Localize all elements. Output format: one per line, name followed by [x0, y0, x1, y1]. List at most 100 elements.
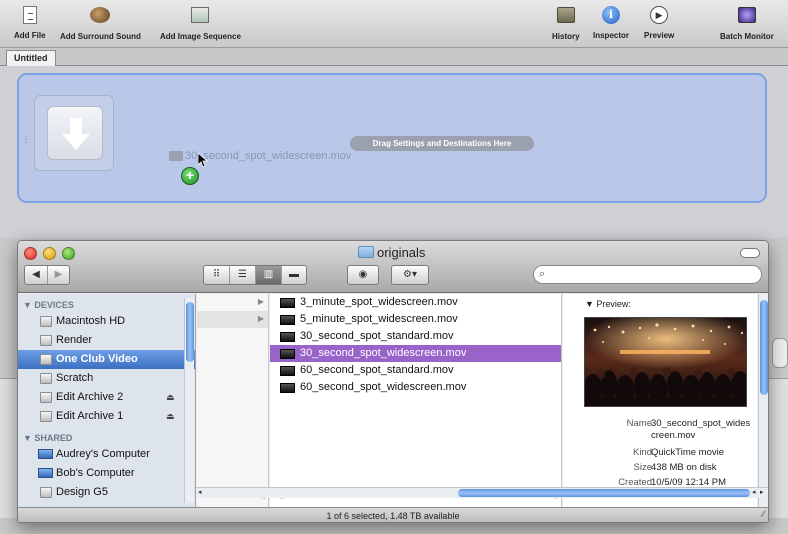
preview-label: Preview	[644, 31, 675, 40]
movie-file-icon	[280, 315, 295, 325]
preview-button[interactable]: ▶ Preview	[644, 4, 674, 40]
shared-header[interactable]: ▼ SHARED	[18, 426, 195, 445]
computer-icon	[38, 449, 53, 459]
hard-drive-icon	[40, 354, 52, 365]
close-button[interactable]	[24, 247, 37, 260]
sidebar-item-design-g5[interactable]: Design G5	[18, 483, 195, 502]
horizontal-scroll-thumb[interactable]	[458, 489, 750, 497]
source-well[interactable]	[34, 95, 114, 171]
concert-crowd-image	[585, 318, 746, 406]
sidebar-item-macintosh-hd[interactable]: Macintosh HD	[18, 312, 195, 331]
eject-icon[interactable]: ⏏	[166, 388, 175, 407]
resize-grip-icon[interactable]: ⁄⁄	[762, 506, 765, 522]
tab-untitled[interactable]: Untitled	[6, 50, 56, 66]
list-item[interactable]: 60_second_spot_widescreen.mov	[270, 379, 561, 396]
batch-monitor-label: Batch Monitor	[720, 32, 774, 41]
status-text: 1 of 6 selected, 1.48 TB available	[326, 511, 460, 521]
hard-drive-icon	[40, 316, 52, 327]
list-item[interactable]: 30_second_spot_standard.mov	[270, 328, 561, 345]
forward-button[interactable]: ▶	[48, 266, 69, 284]
add-file-label: Add File	[14, 31, 46, 40]
sidebar-item-edit-archive-1[interactable]: Edit Archive 1 ⏏	[18, 407, 195, 426]
folder-row[interactable]: ▶	[197, 294, 268, 311]
sidebar-item-scratch[interactable]: Scratch	[18, 369, 195, 388]
scroll-left-arrow-icon[interactable]: ◂	[752, 488, 756, 496]
list-item[interactable]: 3_minute_spot_widescreen.mov	[270, 294, 561, 311]
sidebar-item-edit-archive-2[interactable]: Edit Archive 2 ⏏	[18, 388, 195, 407]
disclosure-arrow-icon: ▶	[257, 314, 264, 323]
sidebar-item-label: Design G5	[56, 486, 108, 498]
preview-scroll-thumb[interactable]	[760, 300, 768, 395]
inspector-button[interactable]: i Inspector	[593, 4, 629, 40]
sidebar-item-label: Audrey's Computer	[56, 448, 150, 460]
file-name: 30_second_spot_standard.mov	[300, 330, 454, 342]
background-tab-edge	[772, 338, 788, 368]
devices-header[interactable]: ▼ DEVICES	[18, 294, 195, 312]
sidebar-item-label: Bob's Computer	[56, 467, 135, 479]
list-item[interactable]: 5_minute_spot_widescreen.mov	[270, 311, 561, 328]
list-item-selected[interactable]: 30_second_spot_widescreen.mov	[270, 345, 561, 362]
sidebar-item-audreys-computer[interactable]: Audrey's Computer	[18, 445, 195, 464]
search-icon: ⌕	[539, 268, 546, 280]
movie-file-icon	[280, 366, 295, 376]
hard-drive-icon	[40, 411, 52, 422]
files-column: 3_minute_spot_widescreen.mov 5_minute_sp…	[270, 294, 562, 507]
column-view-button[interactable]: ▥	[256, 266, 282, 284]
preview-scrollbar[interactable]	[758, 294, 768, 507]
job-drop-zone[interactable]: ⋮ Drag Settings and Destinations Here 30…	[17, 73, 767, 203]
history-label: History	[552, 32, 580, 41]
sidebar-item-one-club-video[interactable]: One Club Video	[18, 350, 195, 369]
eject-icon[interactable]: ⏏	[166, 407, 175, 426]
add-image-sequence-label: Add Image Sequence	[160, 32, 241, 41]
source-placeholder	[47, 106, 103, 160]
disclosure-arrow-icon: ▶	[257, 297, 264, 306]
batch-monitor-button[interactable]: Batch Monitor	[720, 4, 774, 41]
dragged-file-name: 30_second_spot_widescreen.mov	[185, 150, 352, 162]
sidebar-scroll-thumb[interactable]	[186, 302, 194, 362]
finder-titlebar[interactable]: originals ◀ ▶ ⠿ ☰ ▥ ▬ ◉ ⚙▾ ⌕	[18, 241, 768, 293]
add-image-sequence-button[interactable]: Add Image Sequence	[160, 4, 241, 41]
preview-header-text: Preview:	[596, 299, 631, 309]
sidebar-item-render[interactable]: Render	[18, 331, 195, 350]
status-bar: 1 of 6 selected, 1.48 TB available ⁄⁄	[18, 506, 768, 522]
file-name: 5_minute_spot_widescreen.mov	[300, 313, 458, 325]
zoom-button[interactable]	[62, 247, 75, 260]
meta-label: Kind	[632, 447, 652, 458]
job-grip-handle[interactable]: ⋮	[22, 135, 30, 144]
speaker-icon	[90, 7, 111, 29]
add-surround-sound-label: Add Surround Sound	[60, 32, 141, 41]
finder-sidebar: ▼ DEVICES Macintosh HD Render One Club V…	[18, 294, 196, 507]
sidebar-item-bobs-computer[interactable]: Bob's Computer	[18, 464, 195, 483]
movie-thumbnail[interactable]	[584, 317, 747, 407]
scroll-left-arrow-icon[interactable]: ◂	[198, 488, 202, 496]
list-item[interactable]: 60_second_spot_standard.mov	[270, 362, 561, 379]
inspector-label: Inspector	[593, 31, 630, 40]
search-field[interactable]: ⌕	[533, 265, 762, 284]
quick-look-button[interactable]: ◉	[347, 265, 379, 285]
parent-column: ▶ ▶ II	[197, 294, 269, 507]
movie-file-icon	[280, 298, 295, 308]
add-file-button[interactable]: Add File	[14, 4, 46, 40]
horizontal-scrollbar[interactable]: ◂ ◂ ▸	[196, 487, 768, 498]
preview-header[interactable]: ▼ Preview:	[563, 294, 757, 309]
back-button[interactable]: ◀	[25, 266, 48, 284]
file-icon	[20, 6, 40, 28]
file-name: 60_second_spot_widescreen.mov	[300, 381, 467, 393]
minimize-button[interactable]	[43, 247, 56, 260]
file-name: 60_second_spot_standard.mov	[300, 364, 454, 376]
history-button[interactable]: History	[552, 4, 580, 41]
action-menu-button[interactable]: ⚙▾	[391, 265, 429, 285]
preview-column: ▼ Preview: Name 30_second_spot_widescree…	[563, 294, 757, 507]
toolbar-toggle-button[interactable]	[740, 248, 760, 258]
file-name: 30_second_spot_widescreen.mov	[300, 347, 467, 359]
folder-row-selected[interactable]: ▶	[197, 311, 268, 328]
add-surround-sound-button[interactable]: Add Surround Sound	[60, 4, 141, 41]
history-drawer-icon	[556, 7, 576, 29]
coverflow-view-button[interactable]: ▬	[282, 266, 306, 284]
list-view-button[interactable]: ☰	[230, 266, 256, 284]
scroll-right-arrow-icon[interactable]: ▸	[760, 488, 764, 496]
sidebar-item-label: One Club Video	[56, 353, 138, 365]
icon-view-button[interactable]: ⠿	[204, 266, 230, 284]
sidebar-scrollbar[interactable]	[184, 298, 194, 503]
movie-file-icon	[280, 332, 295, 342]
